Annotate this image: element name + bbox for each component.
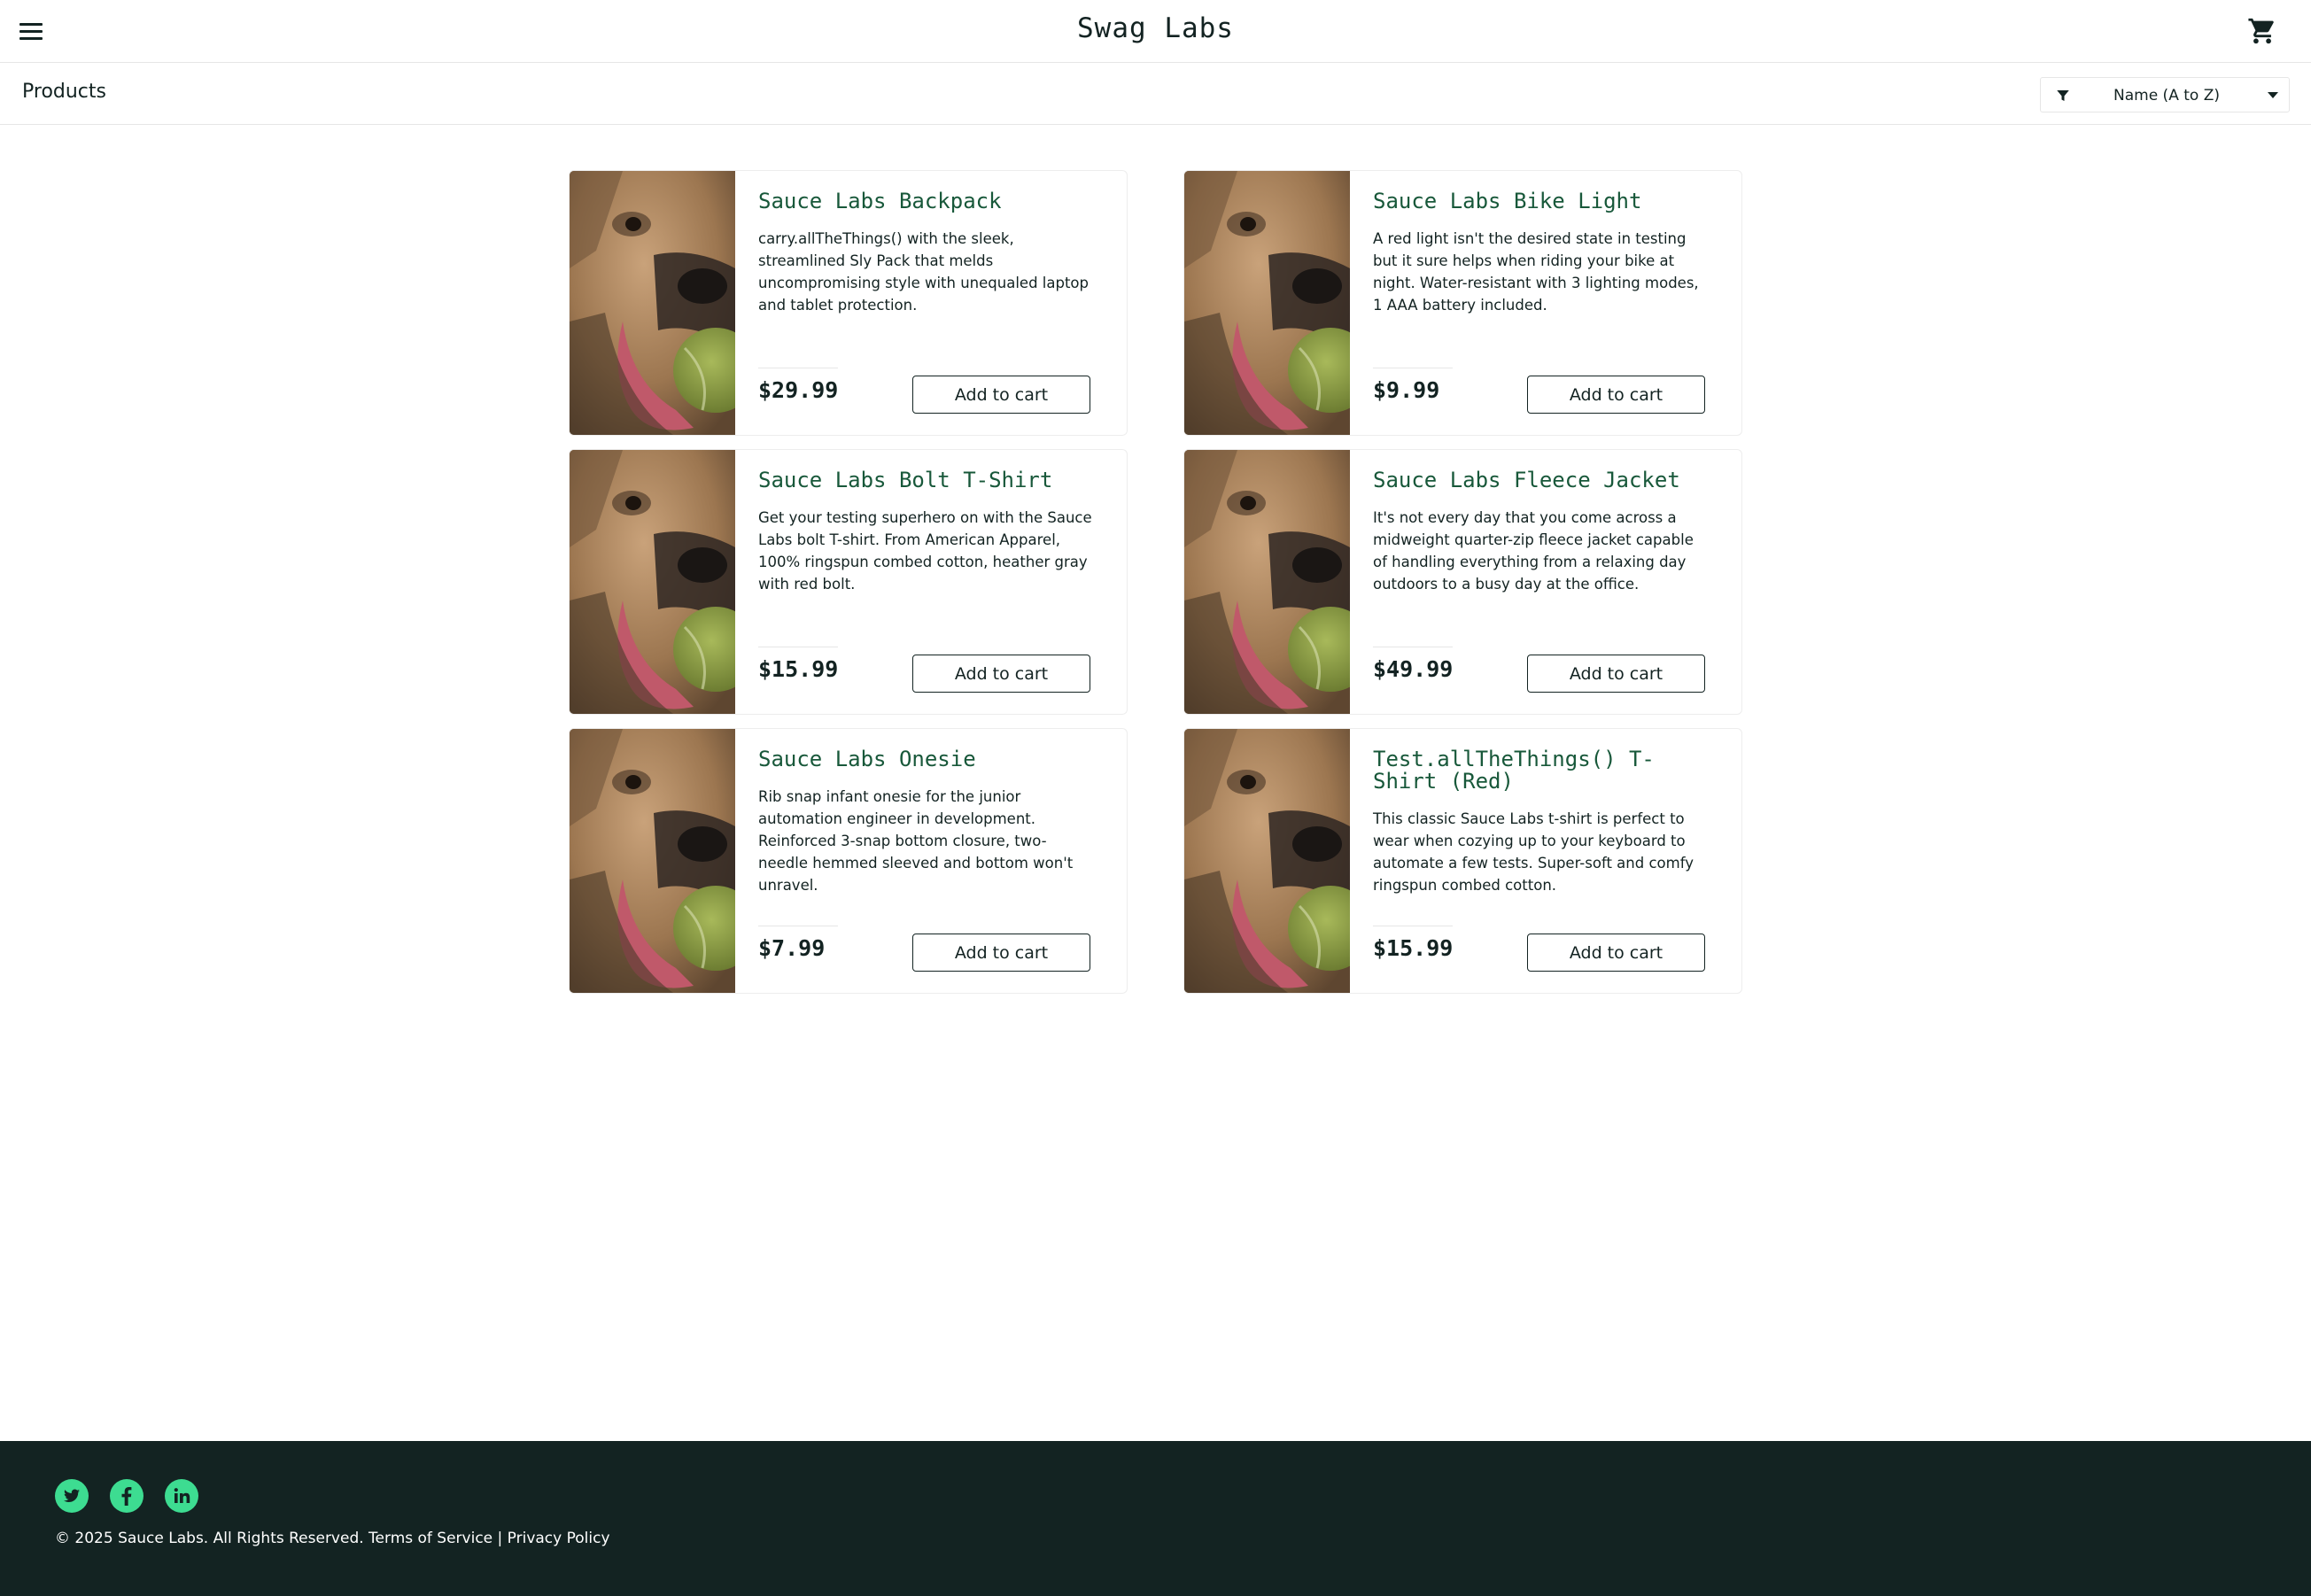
product-price: $7.99	[758, 935, 826, 961]
hamburger-menu-icon[interactable]	[19, 19, 46, 44]
sort-selected-label: Name (A to Z)	[2113, 87, 2220, 105]
product-image[interactable]	[570, 450, 735, 714]
product-price: $9.99	[1373, 377, 1440, 403]
inventory-item: Sauce Labs Bike Light A red light isn't …	[1183, 170, 1742, 436]
filter-icon	[2057, 90, 2069, 101]
sort-select[interactable]: Name (A to Z)	[2040, 77, 2290, 112]
product-name-link[interactable]: Sauce Labs Onesie	[758, 748, 1113, 771]
product-name-link[interactable]: Sauce Labs Backpack	[758, 190, 1113, 213]
product-image[interactable]	[570, 171, 735, 435]
linkedin-icon[interactable]	[165, 1479, 198, 1513]
product-description: carry.allTheThings() with the sleek, str…	[758, 230, 1089, 314]
inventory-item: Sauce Labs Backpack carry.allTheThings()…	[569, 170, 1128, 436]
twitter-icon[interactable]	[55, 1479, 89, 1513]
caret-down-icon	[2268, 92, 2278, 98]
footer-copyright: © 2025 Sauce Labs. All Rights Reserved. …	[55, 1530, 610, 1547]
product-image[interactable]	[1184, 171, 1350, 435]
add-to-cart-button[interactable]: Add to cart	[1527, 376, 1705, 414]
product-price: $15.99	[1373, 935, 1454, 961]
product-name-link[interactable]: Sauce Labs Bike Light	[1373, 190, 1727, 213]
product-description: A red light isn't the desired state in t…	[1373, 230, 1699, 314]
add-to-cart-button[interactable]: Add to cart	[912, 655, 1090, 693]
product-description: Get your testing superhero on with the S…	[758, 509, 1092, 593]
product-description: This classic Sauce Labs t-shirt is perfe…	[1373, 810, 1694, 894]
inventory-item: Sauce Labs Onesie Rib snap infant onesie…	[569, 728, 1128, 994]
secondary-header: Products Name (A to Z)	[0, 63, 2311, 125]
product-description: It's not every day that you come across …	[1373, 509, 1694, 593]
primary-header: Swag Labs	[0, 0, 2311, 63]
facebook-icon[interactable]	[110, 1479, 143, 1513]
footer: © 2025 Sauce Labs. All Rights Reserved. …	[0, 1441, 2311, 1596]
add-to-cart-button[interactable]: Add to cart	[1527, 655, 1705, 693]
page-title: Products	[22, 81, 106, 103]
product-description: Rib snap infant onesie for the junior au…	[758, 788, 1074, 894]
product-name-link[interactable]: Sauce Labs Fleece Jacket	[1373, 469, 1727, 492]
product-price: $15.99	[758, 656, 839, 682]
product-name-link[interactable]: Test.allTheThings() T-Shirt (Red)	[1373, 748, 1692, 793]
inventory-item: Test.allTheThings() T-Shirt (Red) This c…	[1183, 728, 1742, 994]
product-price: $49.99	[1373, 656, 1454, 682]
product-image[interactable]	[570, 729, 735, 993]
inventory-item: Sauce Labs Fleece Jacket It's not every …	[1183, 449, 1742, 715]
inventory-item: Sauce Labs Bolt T-Shirt Get your testing…	[569, 449, 1128, 715]
add-to-cart-button[interactable]: Add to cart	[912, 934, 1090, 972]
product-price: $29.99	[758, 377, 839, 403]
product-name-link[interactable]: Sauce Labs Bolt T-Shirt	[758, 469, 1113, 492]
add-to-cart-button[interactable]: Add to cart	[1527, 934, 1705, 972]
product-image[interactable]	[1184, 729, 1350, 993]
shopping-cart-icon[interactable]	[2247, 16, 2277, 46]
product-image[interactable]	[1184, 450, 1350, 714]
add-to-cart-button[interactable]: Add to cart	[912, 376, 1090, 414]
app-logo: Swag Labs	[1077, 12, 1234, 44]
